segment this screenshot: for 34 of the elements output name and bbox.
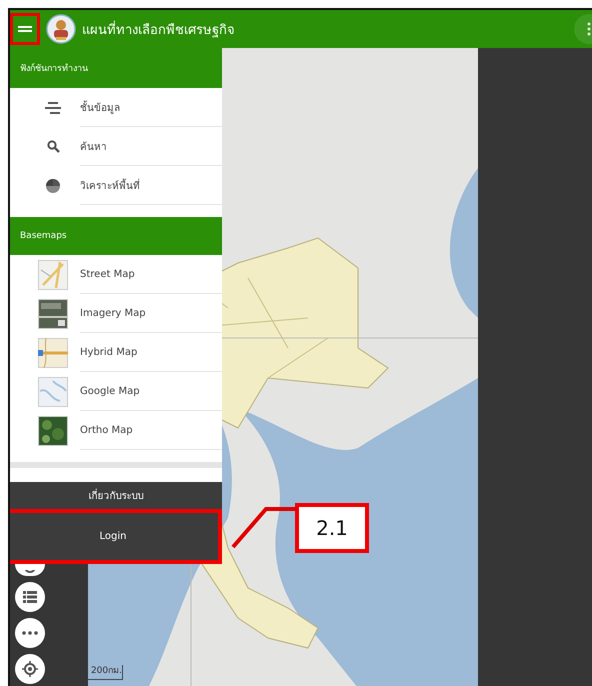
app-title: แผนที่ทางเลือกพืชเศรษฐกิจ bbox=[82, 20, 235, 40]
callout-label: 2.1 bbox=[295, 503, 369, 553]
ellipsis-icon bbox=[22, 631, 38, 635]
kebab-icon bbox=[587, 22, 591, 36]
ortho-map-thumbnail bbox=[38, 416, 68, 446]
menu-item[interactable]: เกี่ยวกับระบบ bbox=[10, 482, 222, 509]
imagery-map-thumbnail bbox=[38, 298, 68, 328]
hybrid-map-thumbnail bbox=[38, 338, 68, 368]
google-map-thumbnail bbox=[38, 376, 68, 406]
scale-bar: 200กม. bbox=[88, 665, 123, 680]
leader-line bbox=[230, 506, 300, 550]
street-map-thumbnail bbox=[38, 260, 68, 290]
section-header: ฟังก์ชันการทำงาน bbox=[10, 48, 222, 88]
locate-icon bbox=[22, 661, 38, 677]
menu-item[interactable]: Login bbox=[10, 509, 222, 564]
locate-button[interactable] bbox=[15, 654, 45, 684]
section-header: Basemaps bbox=[10, 217, 222, 255]
menu-item[interactable]: ค้นหา bbox=[10, 127, 222, 166]
pie-chart-icon bbox=[46, 178, 60, 192]
list-icon bbox=[23, 591, 37, 603]
more-button[interactable] bbox=[15, 618, 45, 648]
menu-item[interactable]: Ortho Map bbox=[10, 411, 222, 450]
menu-item[interactable]: Hybrid Map bbox=[10, 333, 222, 372]
list-button[interactable] bbox=[15, 582, 45, 612]
menu-button[interactable] bbox=[10, 13, 40, 45]
menu-item[interactable]: วิเคราะห์พื้นที่ bbox=[10, 166, 222, 205]
emblem-icon bbox=[46, 14, 76, 44]
search-icon bbox=[46, 140, 60, 153]
menu-icon bbox=[18, 24, 32, 34]
layers-icon bbox=[45, 102, 61, 114]
menu-item[interactable]: ชั้นข้อมูล bbox=[10, 88, 222, 127]
menu-item[interactable]: Google Map bbox=[10, 372, 222, 411]
menu-item[interactable]: Imagery Map bbox=[10, 294, 222, 333]
menu-item[interactable]: Street Map bbox=[10, 255, 222, 294]
